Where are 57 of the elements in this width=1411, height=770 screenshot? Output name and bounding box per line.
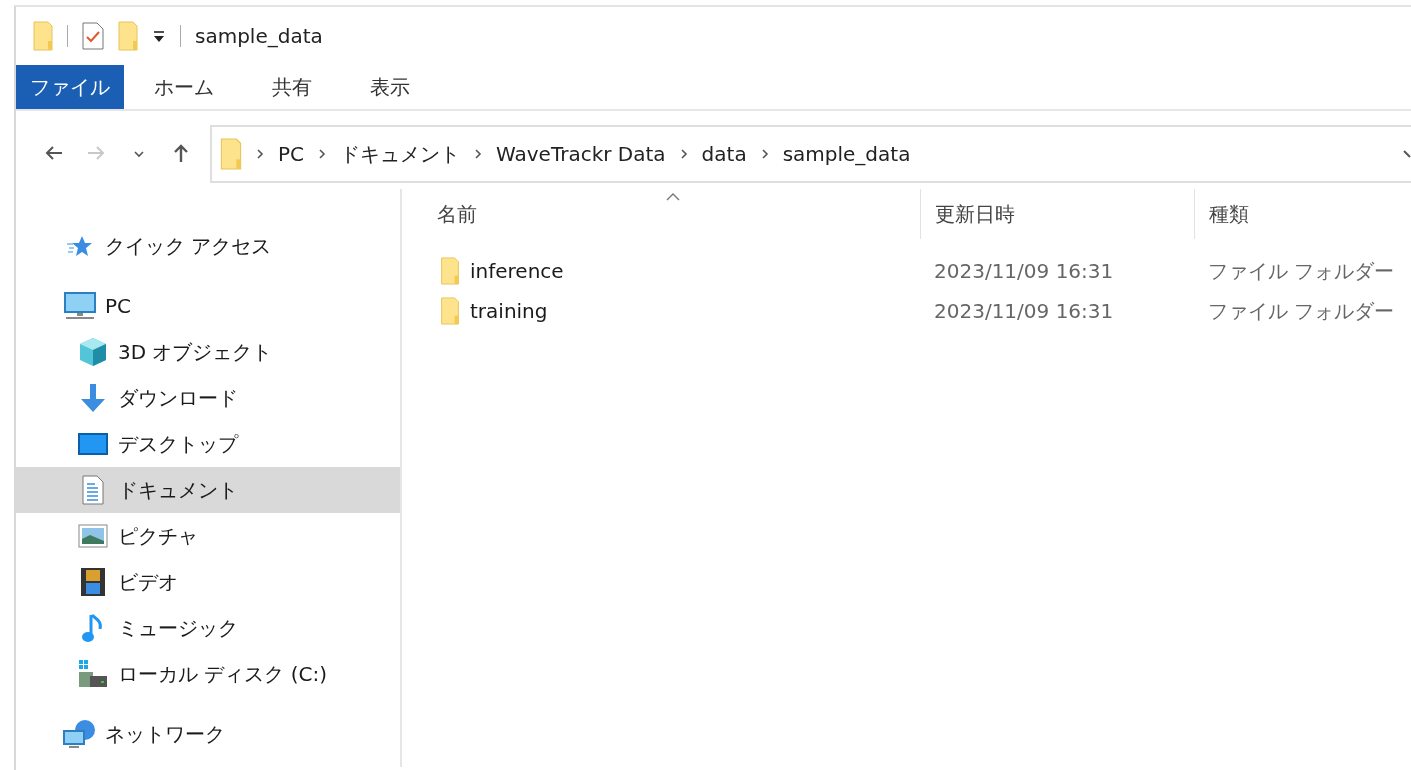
- ribbon-tab[interactable]: 共有: [244, 65, 340, 109]
- sidebar-item[interactable]: デスクトップ: [16, 421, 400, 467]
- sidebar-item[interactable]: ドキュメント: [16, 467, 400, 513]
- picture-icon: [78, 524, 108, 548]
- chevron-right-icon: [679, 148, 688, 160]
- drive-icon: [78, 659, 108, 689]
- document-icon: [81, 475, 105, 505]
- file-row[interactable]: inference 2023/11/09 16:31 ファイル フォルダー: [402, 251, 1411, 291]
- folder-icon: [220, 138, 242, 170]
- sort-caret-icon: [666, 193, 680, 201]
- sidebar-item[interactable]: ローカル ディスク (C:): [16, 651, 400, 697]
- sidebar-item[interactable]: ネットワーク: [16, 711, 400, 757]
- column-header[interactable]: 名前: [402, 189, 920, 239]
- column-header[interactable]: 種類: [1194, 189, 1411, 239]
- sidebar-item[interactable]: ミュージック: [16, 605, 400, 651]
- sidebar-item[interactable]: クイック アクセス: [16, 223, 400, 269]
- folder-icon: [440, 257, 460, 285]
- file-name: training: [470, 299, 548, 323]
- chevron-right-icon: [256, 148, 264, 160]
- modified-date: 2023/11/09 16:31: [933, 299, 1115, 323]
- properties-check-icon[interactable]: [82, 22, 104, 50]
- column-header[interactable]: 更新日時: [920, 189, 1194, 239]
- customize-dropdown-icon[interactable]: [152, 29, 166, 43]
- network-icon: [63, 719, 97, 749]
- file-name: inference: [470, 259, 564, 283]
- breadcrumb[interactable]: data: [701, 142, 747, 166]
- new-folder-icon: [118, 21, 138, 51]
- chevron-right-icon: [474, 148, 483, 160]
- modified-date: 2023/11/09 16:31: [933, 259, 1115, 283]
- window-title: sample_data: [195, 24, 323, 48]
- file-type: ファイル フォルダー: [1207, 297, 1395, 325]
- sidebar-item[interactable]: ダウンロード: [16, 375, 400, 421]
- download-arrow-icon: [78, 383, 108, 413]
- monitor-icon: [64, 292, 96, 320]
- breadcrumb[interactable]: PC: [278, 142, 305, 166]
- cube-icon: [78, 337, 108, 367]
- ribbon-tab[interactable]: ホーム: [126, 65, 242, 109]
- sidebar-item[interactable]: 3D オブジェクト: [16, 329, 400, 375]
- desktop-icon: [78, 432, 108, 456]
- file-row[interactable]: training 2023/11/09 16:31 ファイル フォルダー: [402, 291, 1411, 331]
- film-icon: [80, 567, 106, 597]
- folder-icon: [440, 297, 460, 325]
- chevron-right-icon: [318, 148, 327, 160]
- music-note-icon: [81, 613, 105, 643]
- chevron-right-icon: [760, 148, 769, 160]
- address-bar[interactable]: PC ドキュメント WaveTrackr Data data sample_data: [210, 125, 1411, 183]
- breadcrumb[interactable]: ドキュメント: [340, 140, 461, 168]
- ribbon-tab[interactable]: 表示: [342, 65, 438, 109]
- folder-icon: [33, 21, 53, 51]
- sidebar-item[interactable]: ピクチャ: [16, 513, 400, 559]
- sidebar-item[interactable]: PC: [16, 283, 400, 329]
- ribbon-tab[interactable]: ファイル: [16, 65, 124, 109]
- file-type: ファイル フォルダー: [1207, 257, 1395, 285]
- sidebar-item[interactable]: ビデオ: [16, 559, 400, 605]
- breadcrumb[interactable]: WaveTrackr Data: [496, 142, 666, 166]
- star-icon: [66, 235, 94, 257]
- breadcrumb[interactable]: sample_data: [782, 142, 911, 166]
